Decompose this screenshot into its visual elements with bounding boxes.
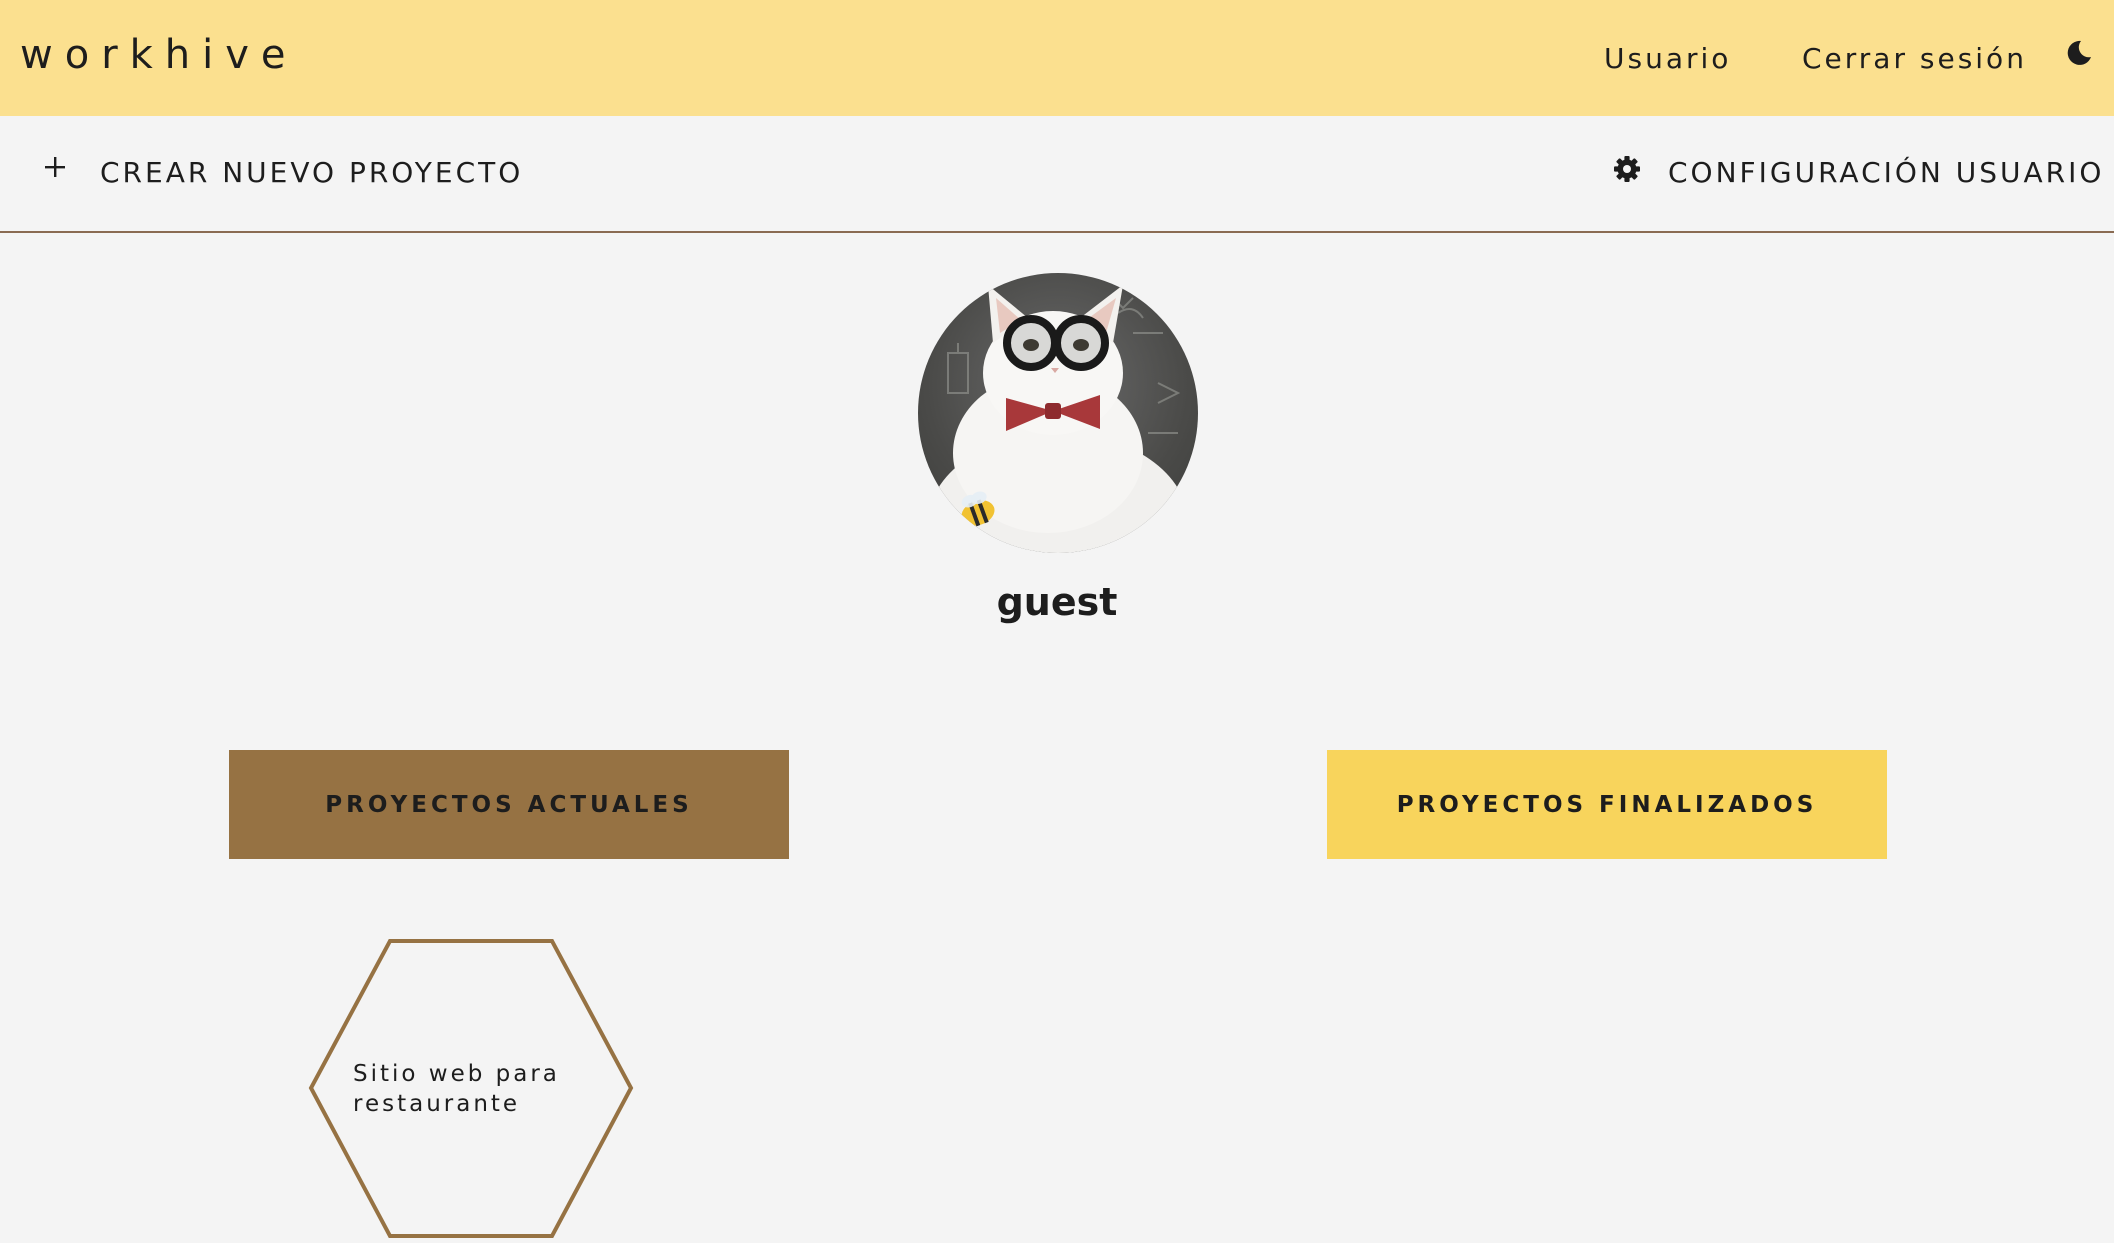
avatar (918, 273, 1198, 553)
logout-link[interactable]: Cerrar sesión (1802, 42, 2027, 75)
create-project-button[interactable]: CREAR NUEVO PROYECTO (40, 156, 523, 189)
project-title: Sitio web para restaurante (353, 1061, 560, 1117)
project-card[interactable]: Sitio web para restaurante (308, 938, 634, 1240)
cat-avatar-image (928, 285, 1188, 553)
action-toolbar: CREAR NUEVO PROYECTO CONFIGURACIÓN USUAR… (0, 116, 2114, 233)
username: guest (996, 580, 1118, 624)
create-project-label: CREAR NUEVO PROYECTO (100, 156, 524, 189)
user-settings-label: CONFIGURACIÓN USUARIO (1668, 156, 2105, 189)
top-navbar: workhive Usuario Cerrar sesión (0, 0, 2114, 116)
nav-usuario-link[interactable]: Usuario (1604, 42, 1731, 75)
moon-icon[interactable] (2064, 38, 2094, 68)
gear-icon (1614, 155, 1640, 182)
tab-finished-projects[interactable]: PROYECTOS FINALIZADOS (1327, 750, 1887, 859)
user-settings-button[interactable]: CONFIGURACIÓN USUARIO (1612, 155, 2105, 189)
plus-icon (45, 156, 65, 177)
brand-logo[interactable]: workhive (20, 32, 298, 78)
tab-current-projects[interactable]: PROYECTOS ACTUALES (229, 750, 789, 859)
